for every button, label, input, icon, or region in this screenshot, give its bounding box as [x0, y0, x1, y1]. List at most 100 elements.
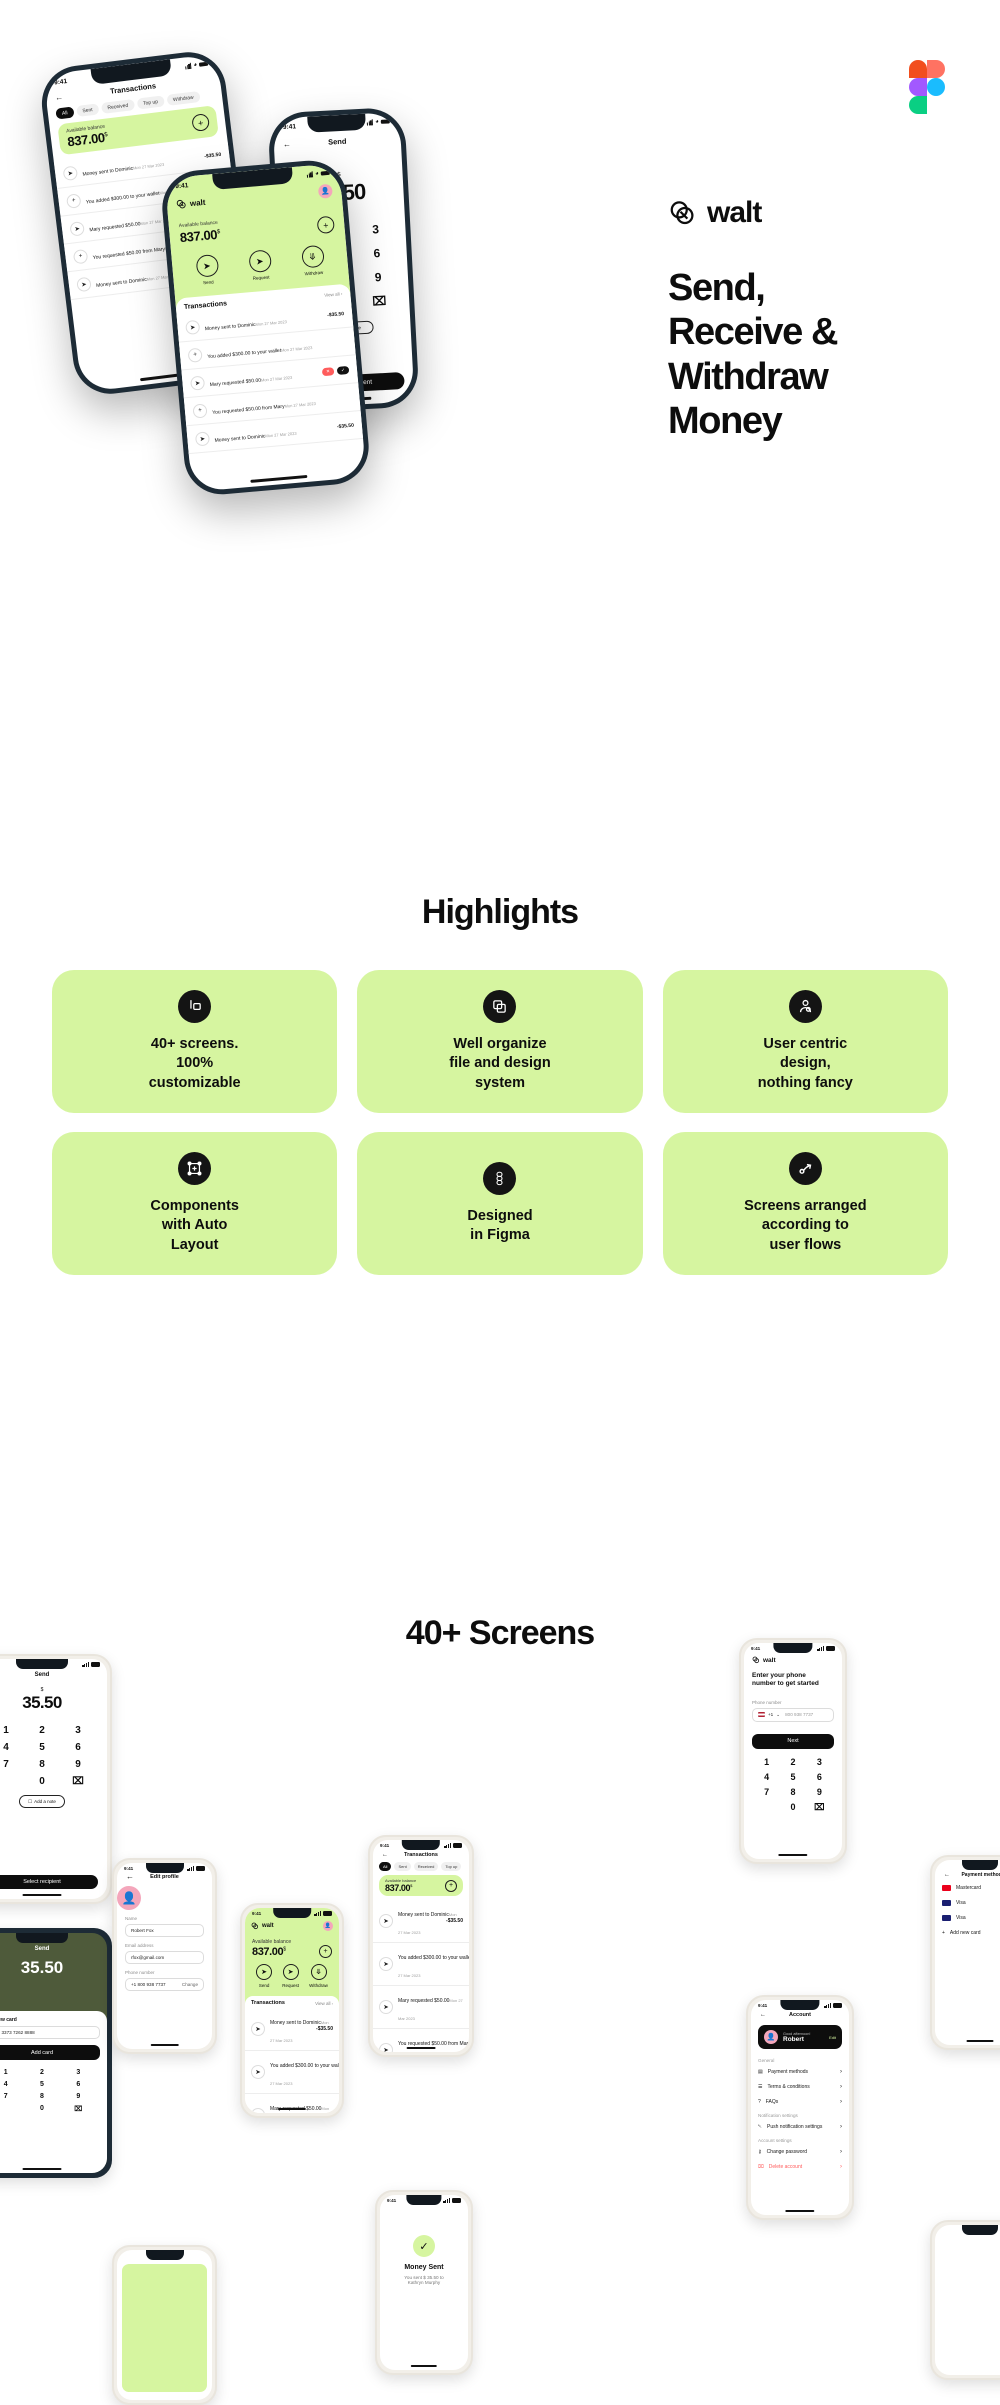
keypad-key-3[interactable]: 3 [807, 1755, 832, 1769]
keypad-key-7[interactable]: 7 [0, 2091, 23, 2102]
keypad-key-3[interactable]: 3 [61, 1723, 95, 1738]
add-money-button[interactable]: + [319, 1945, 332, 1958]
user-avatar-icon[interactable]: 👤 [317, 183, 333, 199]
filter-chip-all[interactable]: All [55, 106, 75, 120]
accept-button[interactable]: ✓ [336, 365, 350, 375]
keypad-key-6[interactable]: 6 [61, 1740, 95, 1755]
action-withdraw[interactable]: ⤋ Withdraw [309, 1964, 328, 1988]
action-send[interactable]: ➤ Send [256, 1964, 273, 1988]
add-card-button[interactable]: Add card [0, 2045, 100, 2060]
keypad-key-⌧[interactable]: ⌧ [61, 1774, 95, 1789]
list-item[interactable]: ⚷ Change password › [751, 2144, 849, 2159]
keypad-key-2[interactable]: 2 [780, 1755, 805, 1769]
filter-chip-received[interactable]: Received [413, 1862, 439, 1871]
filter-chip-topup[interactable]: Top up [441, 1862, 462, 1871]
name-input[interactable]: Robert Fox [125, 1924, 204, 1937]
mini-phone-entry[interactable]: 9:41 walt Enter your phone number to get… [739, 1638, 847, 1864]
mini-phone-account[interactable]: 9:41 ← Account 👤 Good afternoon! Robert … [746, 1995, 854, 2220]
keypad-key-0[interactable]: 0 [25, 1774, 59, 1789]
mini-phone-partial-right[interactable] [930, 2220, 1000, 2380]
add-money-button[interactable]: + [316, 215, 335, 235]
list-item[interactable]: ⌧ Delete account › [751, 2159, 849, 2174]
list-item[interactable]: ␇ Push notification settings › [751, 2119, 849, 2134]
phone-input[interactable]: +1 800 938 7737 Change [125, 1978, 204, 1991]
keypad-key-5[interactable]: 5 [780, 1770, 805, 1784]
keypad-key-3[interactable]: 3 [359, 217, 392, 241]
keypad-key-7[interactable]: 7 [0, 1757, 23, 1772]
mini-phone-add-card[interactable]: Send 35.50 Add new card 9807 3373 7262 8… [0, 1928, 112, 2178]
add-note-button[interactable]: ☐ Add a note [19, 1795, 65, 1808]
keypad-key-⌧[interactable]: ⌧ [61, 2103, 96, 2115]
mini-phone-home[interactable]: 9:41 walt 👤 Available balance 837.00$ + … [240, 1903, 344, 2118]
table-row[interactable]: ➤Mary requested $50.00Mon 27 Mar 2023 [373, 1986, 469, 2029]
filter-chip-all[interactable]: All [379, 1862, 392, 1871]
keypad-key-8[interactable]: 8 [24, 2091, 59, 2102]
list-item[interactable]: ☰ Terms & conditions › [751, 2079, 849, 2094]
table-row[interactable]: ➤Money sent to DominicMon 27 Mar 2023-$3… [373, 1900, 469, 1943]
card-number-input[interactable]: 9807 3373 7262 8888 [0, 2026, 100, 2039]
hero-phone-home[interactable]: 9:41 ◕ walt 👤 Available balance 837.00$ … [159, 157, 372, 498]
keypad-key-1[interactable]: 1 [0, 2067, 23, 2078]
action-request[interactable]: ➤ Request [282, 1964, 299, 1988]
chevron-down-icon[interactable]: ⌄ [776, 1712, 780, 1718]
action-withdraw[interactable]: ⤋ Withdraw [300, 244, 326, 277]
decline-button[interactable]: ✕ [321, 366, 335, 376]
table-row[interactable]: ➤Mary requested $50.00Mon 27 Mar 2023 [245, 2094, 339, 2113]
filter-chip-sent[interactable]: Sent [394, 1862, 411, 1871]
keypad-key-9[interactable]: 9 [362, 265, 395, 289]
keypad-key-6[interactable]: 6 [61, 2079, 96, 2090]
keypad-key-8[interactable]: 8 [25, 1757, 59, 1772]
add-money-button[interactable]: + [445, 1879, 457, 1892]
keypad-key-4[interactable]: 4 [0, 2079, 23, 2090]
table-row[interactable]: ➤You added $300.00 to your walletMon 27 … [245, 2051, 339, 2094]
user-avatar-icon[interactable]: 👤 [117, 1886, 141, 1910]
numeric-keypad[interactable]: 123 456 7890⌧ [0, 1713, 107, 1791]
action-send[interactable]: ➤ Send [194, 253, 220, 286]
view-all-link[interactable]: View all › [315, 2001, 333, 2006]
select-recipient-button[interactable]: Select recipient [0, 1875, 98, 1889]
add-new-card-button[interactable]: + Add new card [935, 1925, 1000, 1940]
user-avatar-icon[interactable]: 👤 [323, 1921, 333, 1931]
list-item[interactable]: Visa› [935, 1910, 1000, 1925]
email-input[interactable]: rfox@gmail.com [125, 1951, 204, 1964]
keypad-key-2[interactable]: 2 [24, 2067, 59, 2078]
keypad-key-1[interactable]: 1 [0, 1723, 23, 1738]
keypad-key-4[interactable]: 4 [0, 1740, 23, 1755]
edit-profile-link[interactable]: Edit [829, 2035, 836, 2040]
mini-phone-edit-profile[interactable]: 9:41 ← Edit profile 👤 Name Robert Fox Em… [112, 1858, 217, 2054]
table-row[interactable]: ➤Money sent to DominicMon 27 Mar 2023-$3… [245, 2008, 339, 2051]
table-row[interactable]: ➤You added $300.00 to your walletMon 27 … [373, 1943, 469, 1986]
keypad-key-1[interactable]: 1 [754, 1755, 779, 1769]
view-all-link[interactable]: View all › [324, 291, 343, 298]
back-arrow-icon[interactable]: ← [126, 1872, 134, 1881]
keypad-key-⌧[interactable]: ⌧ [363, 289, 396, 313]
filter-chip-topup[interactable]: Top up [136, 95, 165, 110]
numeric-keypad[interactable]: 123 456 7890⌧ [744, 1749, 842, 1815]
keypad-key-8[interactable]: 8 [780, 1785, 805, 1799]
list-item[interactable]: Visa› [935, 1895, 1000, 1910]
mini-phone-payment-methods[interactable]: ← Payment methods Mastercard›Visa›Visa› … [930, 1855, 1000, 2050]
list-item[interactable]: Mastercard› [935, 1880, 1000, 1895]
mini-phone-send[interactable]: 9:41 Send $ 35.50 1234567890⌧ ☐ Add a no… [0, 1654, 112, 1904]
filter-chip-received[interactable]: Received [100, 99, 135, 114]
profile-card[interactable]: 👤 Good afternoon! Robert Edit [758, 2025, 842, 2049]
keypad-key-0[interactable]: 0 [24, 2103, 59, 2115]
list-item[interactable]: ▤ Payment methods › [751, 2064, 849, 2079]
mini-phone-money-sent[interactable]: 9:41 ✓ Money Sent You sent $ 35.50 to Ka… [375, 2190, 473, 2375]
filter-chip-sent[interactable]: Sent [75, 103, 100, 118]
keypad-key-7[interactable]: 7 [754, 1785, 779, 1799]
keypad-key-6[interactable]: 6 [360, 241, 393, 265]
action-request[interactable]: ➤ Request [247, 249, 273, 281]
keypad-key-⌧[interactable]: ⌧ [807, 1800, 832, 1815]
keypad-key-5[interactable]: 5 [25, 1740, 59, 1755]
numeric-keypad[interactable]: 123 456 7890⌧ [0, 2060, 100, 2115]
change-link[interactable]: Change [182, 1982, 198, 1987]
mini-phone-green-partial[interactable] [112, 2245, 217, 2405]
keypad-key-9[interactable]: 9 [61, 2091, 96, 2102]
list-item[interactable]: ? FAQs › [751, 2094, 849, 2109]
keypad-key-3[interactable]: 3 [61, 2067, 96, 2078]
phone-number-input[interactable]: +1 ⌄ 800 938 7737 [752, 1707, 834, 1722]
next-button[interactable]: Next [752, 1733, 834, 1749]
keypad-key-5[interactable]: 5 [24, 2079, 59, 2090]
add-money-button[interactable]: + [191, 113, 211, 132]
